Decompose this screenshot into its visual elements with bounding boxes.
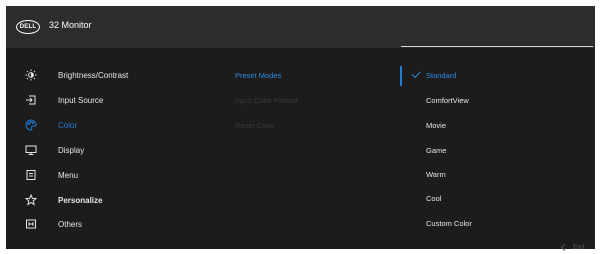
submenu-input-color-format: Input Color Format [235, 96, 298, 105]
option-standard[interactable]: Standard [426, 71, 456, 80]
color-palette-icon [24, 118, 38, 132]
monitor-osd: DELL 32 Monitor Brightness/Contrast Inpu… [6, 6, 595, 252]
menu-item-menu[interactable]: Menu [24, 166, 78, 184]
menu-item-label: Menu [58, 170, 79, 180]
menu-item-label: Brightness/Contrast [58, 70, 129, 80]
option-custom-color[interactable]: Custom Color [426, 219, 472, 228]
option-movie[interactable]: Movie [426, 121, 446, 130]
menu-item-others[interactable]: Others [24, 215, 82, 233]
menu-item-personalize[interactable]: Personalize [24, 191, 102, 209]
menu-item-label: Display [58, 145, 85, 155]
monitor-title: 32 Monitor [49, 20, 92, 30]
input-source-icon [24, 93, 38, 107]
menu-item-label: Others [58, 219, 83, 229]
exit-button[interactable]: Exit [560, 243, 585, 252]
option-game[interactable]: Game [426, 146, 446, 155]
selection-marker [400, 66, 402, 86]
menu-item-color[interactable]: Color [24, 116, 77, 134]
star-icon [24, 193, 38, 207]
dell-logo: DELL [16, 20, 40, 34]
checkmark-icon [411, 68, 421, 79]
chevron-left-icon [560, 243, 569, 252]
osd-header: DELL 32 Monitor [6, 6, 595, 48]
menu-item-label: Color [58, 120, 78, 130]
header-divider [401, 46, 593, 47]
osd-body: Brightness/Contrast Input Source Color D… [6, 48, 595, 252]
menu-item-label: Input Source [58, 95, 104, 105]
brightness-icon [24, 68, 38, 82]
exit-label: Exit [573, 244, 585, 251]
option-cool[interactable]: Cool [426, 194, 441, 203]
menu-item-label: Personalize [58, 195, 103, 205]
display-icon [24, 143, 38, 157]
submenu-reset-color: Reset Color [235, 121, 275, 130]
menu-item-input-source[interactable]: Input Source [24, 91, 103, 109]
menu-item-brightness-contrast[interactable]: Brightness/Contrast [24, 66, 128, 84]
menu-item-display[interactable]: Display [24, 141, 84, 159]
option-warm[interactable]: Warm [426, 170, 446, 179]
option-comfortview[interactable]: ComfortView [426, 96, 469, 105]
others-icon [24, 217, 38, 231]
menu-icon [24, 168, 38, 182]
submenu-preset-modes[interactable]: Preset Modes [235, 71, 281, 80]
